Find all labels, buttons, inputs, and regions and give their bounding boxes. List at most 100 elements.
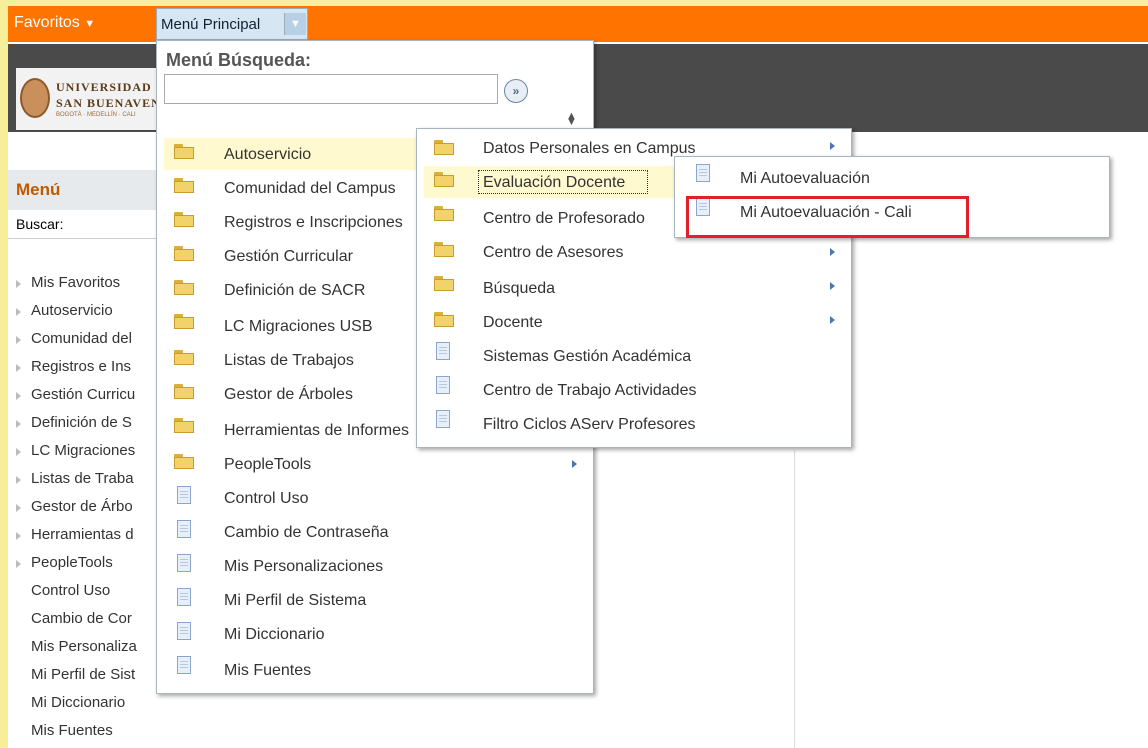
arrow-right-icon: [16, 532, 21, 540]
go-arrow-icon[interactable]: »: [504, 79, 528, 103]
menu-item-label: Gestor de Árboles: [224, 386, 353, 403]
left-menu-item[interactable]: Comunidad del: [31, 330, 132, 347]
favorites-menu[interactable]: Favoritos ▼: [14, 14, 95, 32]
menu-item-label: Mis Fuentes: [224, 662, 312, 679]
left-menu-item[interactable]: Mi Diccionario: [31, 694, 125, 711]
document-icon: [177, 554, 191, 572]
arrow-right-icon: [16, 336, 21, 344]
menu-item-label: Centro de Asesores: [483, 244, 624, 261]
left-menu-item[interactable]: LC Migraciones: [31, 442, 135, 459]
menu-title: Menú: [16, 180, 61, 199]
left-menu-item[interactable]: Mis Personaliza: [31, 638, 137, 655]
folder-icon: [434, 312, 454, 327]
menu-item-label: Comunidad del Campus: [224, 180, 396, 197]
left-menu-item[interactable]: Registros e Ins: [31, 358, 131, 375]
left-menu-item[interactable]: Gestión Curricu: [31, 386, 135, 403]
left-menu-item[interactable]: PeopleTools: [31, 554, 113, 571]
menu-item-label: Registros e Inscripciones: [224, 214, 403, 231]
folder-icon: [174, 212, 194, 227]
menu-item-label: PeopleTools: [224, 456, 312, 473]
divider: [8, 238, 158, 239]
logo-line1: UNIVERSIDAD: [56, 80, 152, 94]
arrow-right-icon: [16, 476, 21, 484]
university-seal-icon: [20, 78, 50, 118]
folder-icon: [434, 242, 454, 257]
left-menu-item[interactable]: Mi Perfil de Sist: [31, 666, 135, 683]
folder-icon: [434, 276, 454, 291]
folder-icon: [174, 178, 194, 193]
menu-item-label: Control Uso: [224, 490, 309, 507]
left-menu-item[interactable]: Control Uso: [31, 582, 110, 599]
menu-item-label: Autoservicio: [224, 146, 312, 163]
left-edge: [0, 0, 8, 748]
folder-icon: [174, 280, 194, 295]
arrow-right-icon: [830, 248, 835, 256]
focus-outline: [478, 170, 648, 194]
left-menu-item[interactable]: Herramientas d: [31, 526, 134, 543]
search-label: Buscar:: [16, 216, 64, 232]
menu-search-input[interactable]: [164, 74, 498, 104]
arrow-right-icon: [830, 142, 835, 150]
menu-item-label: Búsqueda: [483, 280, 556, 297]
chevron-down-icon[interactable]: ▼: [284, 13, 306, 35]
folder-icon: [434, 206, 454, 221]
menu-item-label: Mi Perfil de Sistema: [224, 592, 367, 609]
folder-icon: [174, 418, 194, 433]
menu-item-label: Cambio de Contraseña: [224, 524, 389, 541]
document-icon: [436, 342, 450, 360]
document-icon: [177, 622, 191, 640]
folder-icon: [174, 144, 194, 159]
menu-item-label: Docente: [483, 314, 543, 331]
chevron-down-icon: ▼: [84, 18, 96, 30]
left-menu-item[interactable]: Autoservicio: [31, 302, 113, 319]
menu-item-label: Centro de Trabajo Actividades: [483, 382, 697, 399]
menu-item-label: Mis Personalizaciones: [224, 558, 384, 575]
arrow-right-icon: [830, 282, 835, 290]
highlight-callout: [686, 196, 969, 238]
divider: [794, 450, 795, 748]
folder-icon: [174, 314, 194, 329]
menu-item-label: Gestión Curricular: [224, 248, 353, 265]
arrow-right-icon: [16, 392, 21, 400]
folder-icon: [174, 246, 194, 261]
arrow-right-icon: [16, 364, 21, 372]
left-menu-item[interactable]: Listas de Traba: [31, 470, 134, 487]
document-icon: [177, 656, 191, 674]
menu-search-title: Menú Búsqueda:: [166, 50, 312, 70]
menu-item-label: Mi Autoevaluación: [740, 170, 870, 187]
left-menu-item[interactable]: Gestor de Árbo: [31, 498, 133, 515]
menu-item-label: Mi Diccionario: [224, 626, 325, 643]
arrow-right-icon: [16, 420, 21, 428]
arrow-right-icon: [16, 504, 21, 512]
menu-item-label: Definición de SACR: [224, 282, 366, 299]
document-icon: [177, 588, 191, 606]
left-menu-item[interactable]: Mis Favoritos: [31, 274, 120, 291]
logo-line3: BOGOTÁ · MEDELLÍN · CALI: [56, 112, 136, 118]
menu-item-label: Listas de Trabajos: [224, 352, 354, 369]
folder-icon: [434, 172, 454, 187]
arrow-right-icon: [16, 560, 21, 568]
left-menu-item[interactable]: Cambio de Cor: [31, 610, 132, 627]
arrow-right-icon: [16, 280, 21, 288]
document-icon: [436, 410, 450, 428]
left-menu-item[interactable]: Mis Fuentes: [31, 722, 113, 739]
main-menu-label: Menú Principal: [161, 16, 261, 33]
favorites-label: Favoritos: [14, 14, 80, 31]
document-icon: [177, 486, 191, 504]
document-icon: [177, 520, 191, 538]
arrow-right-icon: [830, 316, 835, 324]
menu-item-label: Centro de Profesorado: [483, 210, 645, 227]
folder-icon: [174, 454, 194, 469]
document-icon: [436, 376, 450, 394]
menu-item-label: Datos Personales en Campus: [483, 140, 696, 157]
folder-icon: [174, 384, 194, 399]
menu-item-label: LC Migraciones USB: [224, 318, 373, 335]
arrow-right-icon: [572, 460, 577, 468]
arrow-right-icon: [16, 448, 21, 456]
folder-icon: [434, 140, 454, 155]
document-icon: [696, 164, 710, 182]
menu-item-label: Sistemas Gestión Académica: [483, 348, 692, 365]
menu-item-label: Filtro Ciclos AServ Profesores: [483, 416, 696, 433]
arrow-right-icon: [16, 308, 21, 316]
left-menu-item[interactable]: Definición de S: [31, 414, 132, 431]
